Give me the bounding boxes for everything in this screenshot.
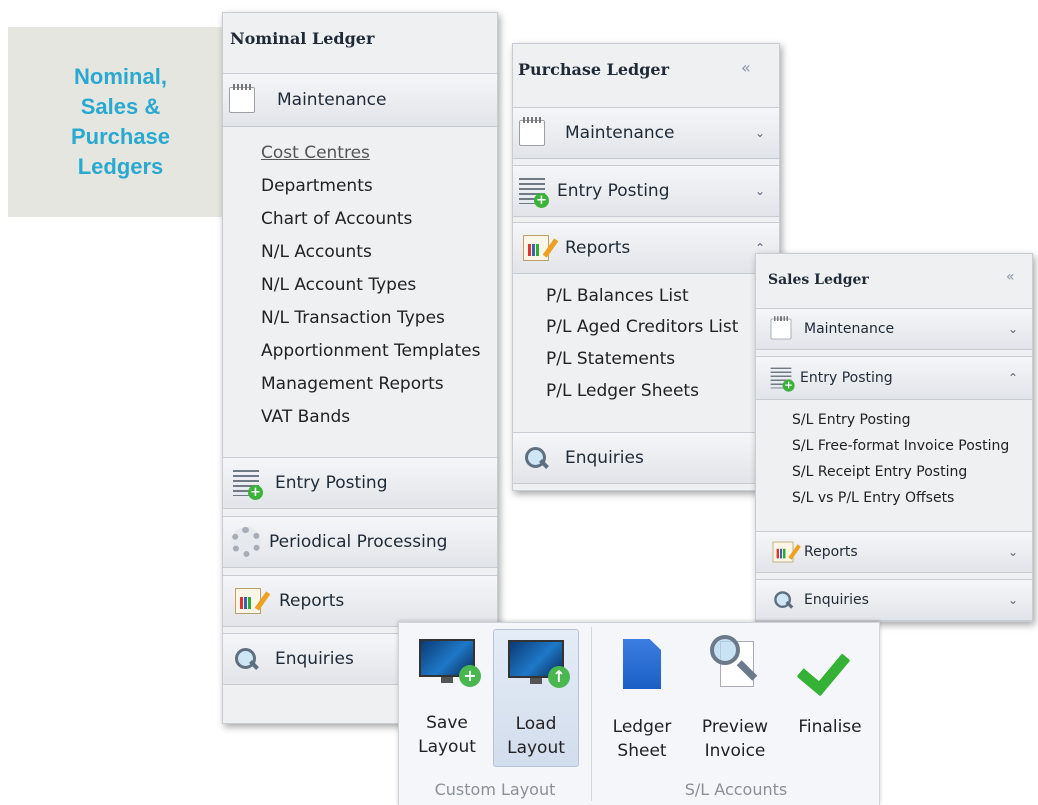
checkmark-icon xyxy=(802,639,858,687)
entry-posting-icon xyxy=(519,178,549,208)
collapse-left-icon[interactable]: « xyxy=(741,58,751,77)
chevron-up-icon[interactable]: ⌃ xyxy=(1008,371,1018,385)
section-label: Maintenance xyxy=(277,90,387,110)
purchase-ledger-title: Purchase Ledger xyxy=(518,60,670,79)
chevron-down-icon[interactable]: ⌄ xyxy=(1008,545,1018,559)
preview-invoice-button[interactable]: Preview Invoice xyxy=(690,633,780,767)
button-label: Layout xyxy=(507,738,565,758)
nav-item-nl-accounts[interactable]: N/L Accounts xyxy=(261,242,372,262)
monitor-load-icon: ↑ xyxy=(508,640,570,688)
entry-posting-icon xyxy=(770,367,795,392)
magnifier-icon xyxy=(233,646,259,672)
nav-item-sl-vs-pl-entry-offsets[interactable]: S/L vs P/L Entry Offsets xyxy=(792,490,954,506)
collapse-left-icon[interactable]: « xyxy=(1006,269,1015,285)
section-label: Periodical Processing xyxy=(269,532,448,552)
purchase-ledger-panel: Purchase Ledger « Maintenance ⌄ Entry Po… xyxy=(512,43,780,491)
nav-item-nl-transaction-types[interactable]: N/L Transaction Types xyxy=(261,308,445,328)
notebook-icon xyxy=(519,117,545,146)
section-label: Reports xyxy=(565,238,631,258)
nav-item-apportionment-templates[interactable]: Apportionment Templates xyxy=(261,341,480,361)
ledger-sheet-icon xyxy=(623,639,661,689)
purchase-entry-posting-section[interactable]: Entry Posting ⌄ xyxy=(513,165,779,217)
section-label: Reports xyxy=(804,544,858,560)
callout-line: Purchase xyxy=(70,124,171,149)
reports-icon xyxy=(235,588,261,614)
nav-item-departments[interactable]: Departments xyxy=(261,176,373,196)
save-layout-button[interactable]: + Save Layout xyxy=(407,629,487,767)
sales-enquiries-section[interactable]: Enquiries ⌄ xyxy=(756,579,1032,621)
ledger-sheet-button[interactable]: Ledger Sheet xyxy=(602,633,682,767)
sales-maintenance-section[interactable]: Maintenance ⌄ xyxy=(756,308,1032,350)
button-label: Finalise xyxy=(798,717,862,737)
chevron-down-icon[interactable]: ⌄ xyxy=(755,126,765,140)
sales-ledger-panel: Sales Ledger « Maintenance ⌄ Entry Posti… xyxy=(755,253,1033,622)
nominal-periodical-section[interactable]: Periodical Processing xyxy=(223,516,497,568)
chevron-down-icon[interactable]: ⌄ xyxy=(1008,322,1018,336)
gear-icon xyxy=(231,527,261,557)
nav-item-pl-aged-creditors-list[interactable]: P/L Aged Creditors List xyxy=(546,317,738,337)
notebook-icon xyxy=(770,316,792,340)
nominal-maintenance-section[interactable]: Maintenance xyxy=(223,73,497,127)
section-label: Entry Posting xyxy=(557,181,670,201)
group-label: Custom Layout xyxy=(434,780,556,799)
sl-accounts-group: Ledger Sheet Preview Invoice Finalise S/… xyxy=(592,623,880,805)
monitor-save-icon: + xyxy=(419,639,481,687)
nav-item-vat-bands[interactable]: VAT Bands xyxy=(261,407,350,427)
callout-line: Sales & xyxy=(80,94,161,119)
nav-item-pl-ledger-sheets[interactable]: P/L Ledger Sheets xyxy=(546,381,699,401)
purchase-reports-section[interactable]: Reports ⌃ xyxy=(513,222,779,274)
ribbon-toolbar: + Save Layout ↑ Load Layout Custom Layou… xyxy=(398,622,880,805)
button-label: Invoice xyxy=(704,741,766,761)
nominal-ledger-panel: Nominal Ledger Maintenance Cost Centres … xyxy=(222,12,498,724)
finalise-button[interactable]: Finalise xyxy=(788,633,872,767)
nav-item-nl-account-types[interactable]: N/L Account Types xyxy=(261,275,416,295)
section-label: Entry Posting xyxy=(800,370,893,386)
callout-line: Nominal, xyxy=(74,64,167,89)
section-label: Enquiries xyxy=(565,448,644,468)
custom-layout-group: + Save Layout ↑ Load Layout Custom Layou… xyxy=(399,623,591,805)
nav-item-pl-statements[interactable]: P/L Statements xyxy=(546,349,675,369)
button-label: Save xyxy=(426,713,468,733)
nav-item-management-reports[interactable]: Management Reports xyxy=(261,374,444,394)
chevron-down-icon[interactable]: ⌄ xyxy=(755,184,765,198)
nav-item-pl-balances-list[interactable]: P/L Balances List xyxy=(546,286,689,306)
section-label: Entry Posting xyxy=(275,473,388,493)
nav-item-sl-entry-posting[interactable]: S/L Entry Posting xyxy=(792,412,911,428)
nav-item-cost-centres[interactable]: Cost Centres xyxy=(261,143,370,163)
load-layout-button[interactable]: ↑ Load Layout xyxy=(493,629,579,767)
chevron-down-icon[interactable]: ⌄ xyxy=(1008,593,1018,607)
button-label: Layout xyxy=(418,737,476,757)
nominal-entry-posting-section[interactable]: Entry Posting xyxy=(223,457,497,509)
sales-entry-posting-section[interactable]: Entry Posting ⌃ xyxy=(756,356,1032,400)
purchase-enquiries-section[interactable]: Enquiries xyxy=(513,432,779,484)
button-label: Preview xyxy=(701,717,769,737)
magnifier-icon xyxy=(708,635,762,691)
nav-item-sl-receipt-entry-posting[interactable]: S/L Receipt Entry Posting xyxy=(792,464,967,480)
section-label: Reports xyxy=(279,591,345,611)
sales-reports-section[interactable]: Reports ⌄ xyxy=(756,531,1032,573)
button-label: Ledger xyxy=(612,717,672,737)
button-label: Sheet xyxy=(617,741,667,761)
section-label: Enquiries xyxy=(804,592,869,608)
nav-item-sl-free-format-invoice-posting[interactable]: S/L Free-format Invoice Posting xyxy=(792,438,1009,454)
section-label: Maintenance xyxy=(804,321,895,337)
callout-line: Ledgers xyxy=(77,154,164,179)
notebook-icon xyxy=(229,84,255,113)
nav-item-chart-of-accounts[interactable]: Chart of Accounts xyxy=(261,209,412,229)
section-label: Enquiries xyxy=(275,649,354,669)
callout-box: Nominal, Sales & Purchase Ledgers xyxy=(8,27,223,217)
sales-ledger-title: Sales Ledger xyxy=(768,272,869,288)
entry-posting-icon xyxy=(233,470,263,500)
group-label: S/L Accounts xyxy=(684,780,788,799)
nominal-ledger-title: Nominal Ledger xyxy=(230,29,375,48)
magnifier-icon xyxy=(523,445,549,471)
section-label: Maintenance xyxy=(565,123,675,143)
reports-icon xyxy=(523,235,549,261)
nominal-reports-section[interactable]: Reports xyxy=(223,575,497,627)
button-label: Load xyxy=(515,714,557,734)
purchase-maintenance-section[interactable]: Maintenance ⌄ xyxy=(513,107,779,159)
reports-icon xyxy=(772,541,794,563)
magnifier-icon xyxy=(773,590,794,611)
